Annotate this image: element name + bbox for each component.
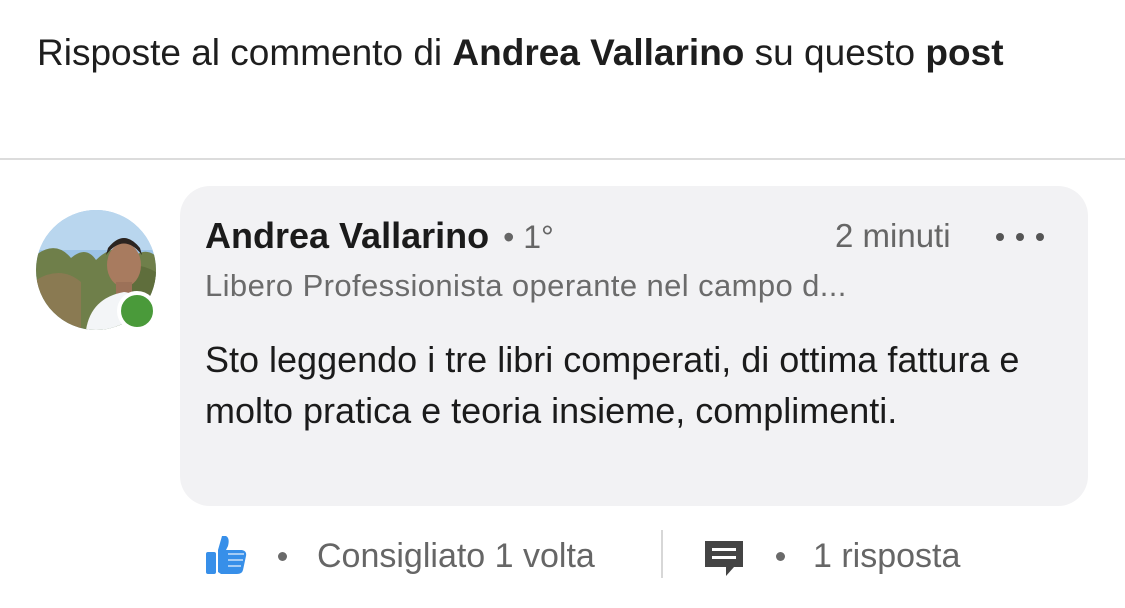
author-headline: Libero Professionista operante nel campo… — [205, 268, 847, 303]
more-options-icon[interactable] — [990, 226, 1050, 246]
online-status-icon — [117, 291, 157, 331]
connection-degree: • 1° — [503, 219, 554, 255]
comment-bubble: Andrea Vallarino • 1° 2 minuti Libero Pr… — [180, 186, 1088, 506]
replies-count[interactable]: 1 risposta — [813, 534, 960, 578]
comment-actions: Consigliato 1 volta 1 risposta — [200, 526, 1000, 586]
page-title: Risposte al commento di Andrea Vallarino… — [37, 28, 1077, 78]
likes-count[interactable]: Consigliato 1 volta — [317, 534, 595, 578]
header-middle: su questo — [744, 32, 926, 73]
author-name[interactable]: Andrea Vallarino — [205, 215, 489, 256]
comment-timestamp: 2 minuti — [835, 217, 951, 254]
comment-text: Sto leggendo i tre libri comperati, di o… — [205, 339, 1020, 431]
header-post-link[interactable]: post — [925, 32, 1003, 73]
actions-divider — [661, 530, 663, 578]
comment-icon[interactable] — [702, 538, 746, 583]
header-author-link[interactable]: Andrea Vallarino — [452, 32, 744, 73]
separator-dot — [776, 552, 785, 561]
header-prefix: Risposte al commento di — [37, 32, 453, 73]
header-divider — [0, 158, 1125, 160]
replies-page: Risposte al commento di Andrea Vallarino… — [0, 0, 1125, 608]
author-line: Andrea Vallarino • 1° — [205, 214, 554, 259]
thumbs-up-icon[interactable] — [204, 532, 248, 581]
separator-dot — [278, 552, 287, 561]
